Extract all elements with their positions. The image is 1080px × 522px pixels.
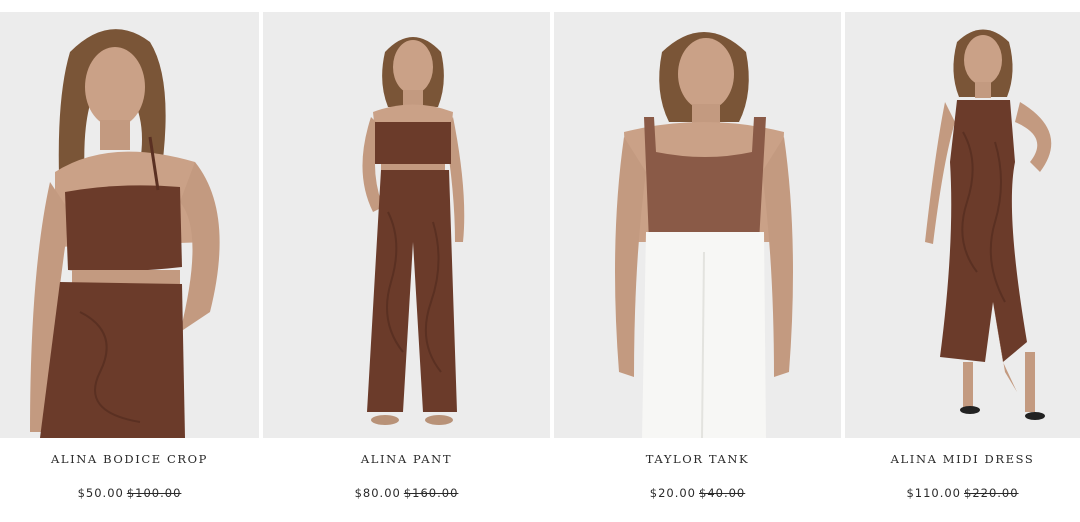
product-price: $50.00 $100.00 — [0, 486, 259, 500]
product-image[interactable] — [845, 12, 1080, 438]
model-photo-bodice-crop — [0, 12, 259, 438]
product-price: $80.00 $160.00 — [263, 486, 550, 500]
product-card[interactable]: ALINA BODICE CROP $50.00 $100.00 — [0, 12, 259, 512]
product-title[interactable]: TAYLOR TANK — [554, 452, 841, 466]
product-price: $20.00 $40.00 — [554, 486, 841, 500]
product-card[interactable]: ALINA MIDI DRESS $110.00 $220.00 — [845, 12, 1080, 512]
product-price: $110.00 $220.00 — [845, 486, 1080, 500]
original-price: $40.00 — [699, 486, 746, 500]
model-photo-alina-pant — [263, 12, 550, 438]
product-card[interactable]: TAYLOR TANK $20.00 $40.00 — [554, 12, 841, 512]
product-title[interactable]: ALINA PANT — [263, 452, 550, 466]
product-image[interactable] — [263, 12, 550, 438]
sale-price: $50.00 — [77, 486, 124, 500]
product-title[interactable]: ALINA BODICE CROP — [0, 452, 259, 466]
original-price: $220.00 — [964, 486, 1019, 500]
sale-price: $110.00 — [906, 486, 961, 500]
product-card[interactable]: ALINA PANT $80.00 $160.00 — [263, 12, 550, 512]
product-grid: ALINA BODICE CROP $50.00 $100.00 ALINA P… — [0, 0, 1080, 522]
product-title[interactable]: ALINA MIDI DRESS — [845, 452, 1080, 466]
sale-price: $80.00 — [354, 486, 401, 500]
original-price: $160.00 — [403, 486, 459, 500]
model-photo-taylor-tank — [554, 12, 841, 438]
original-price: $100.00 — [126, 486, 182, 500]
product-image[interactable] — [554, 12, 841, 438]
product-image[interactable] — [0, 12, 259, 438]
sale-price: $20.00 — [649, 486, 696, 500]
model-photo-midi-dress — [845, 12, 1080, 438]
